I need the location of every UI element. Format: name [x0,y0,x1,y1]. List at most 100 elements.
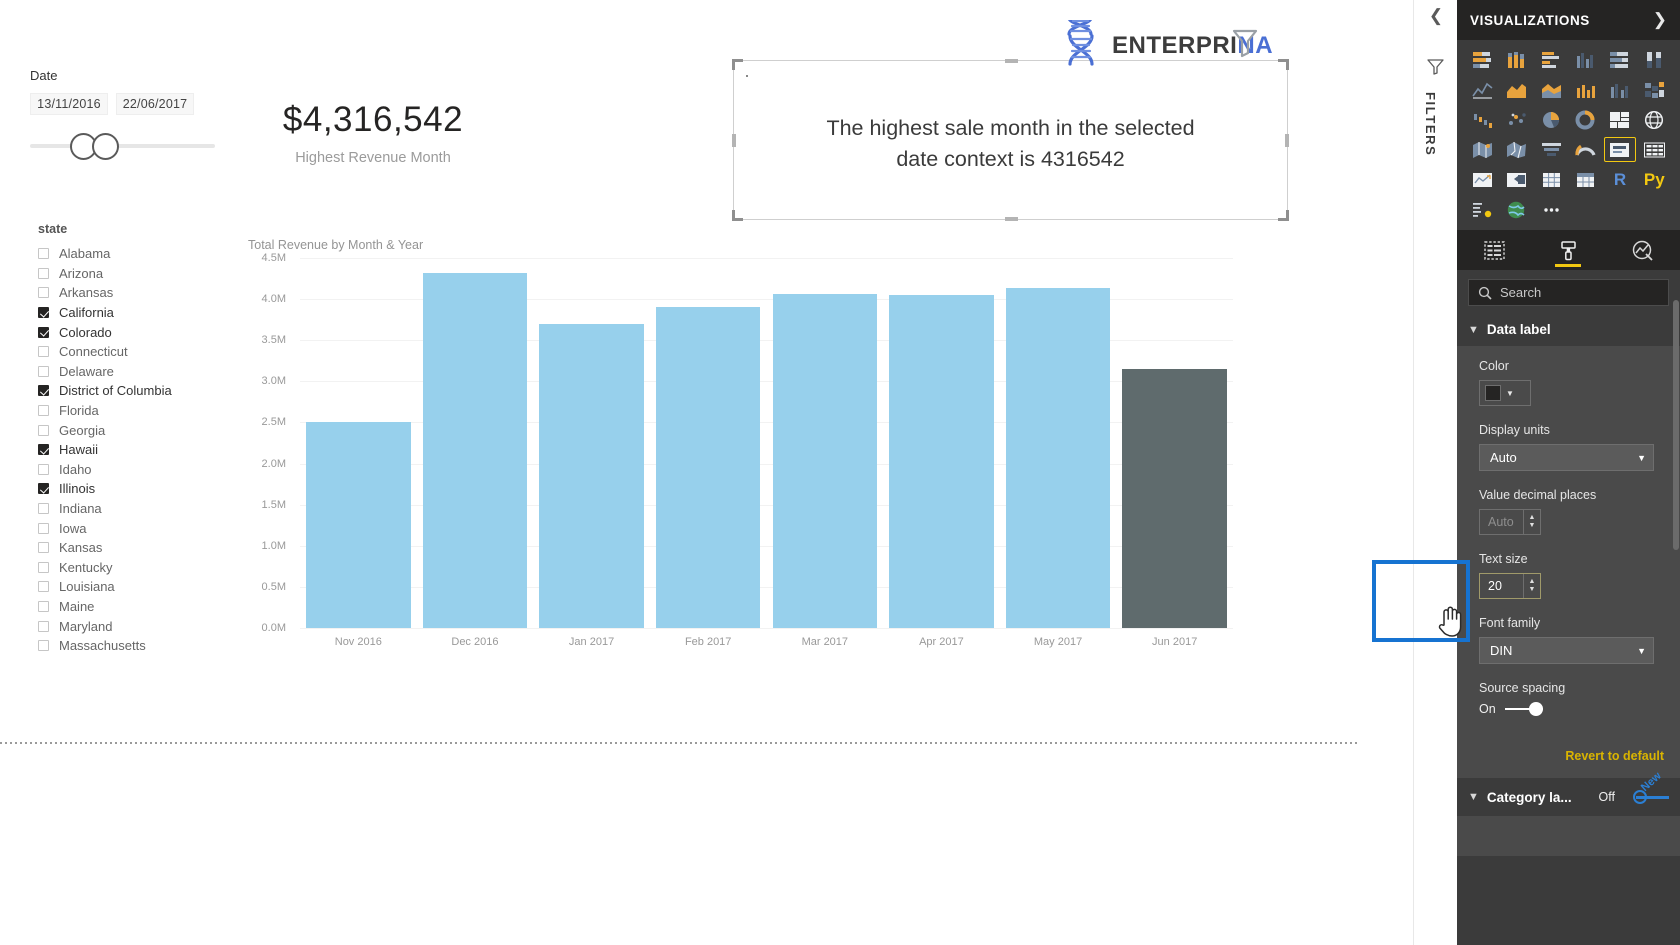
stacked-column-chart-icon[interactable] [1501,47,1532,72]
scatter-chart-icon[interactable] [1501,107,1532,132]
state-checkbox[interactable] [38,307,49,319]
chart-bars[interactable] [300,258,1233,628]
bar-column[interactable] [539,258,644,628]
search-input[interactable]: Search [1468,279,1669,306]
bar-chart-visual[interactable]: Total Revenue by Month & Year 4.5M 4.0M 3.… [248,238,1233,653]
state-item[interactable]: Maine [38,597,258,617]
funnel-chart-icon[interactable] [1536,137,1567,162]
category-label-section-header[interactable]: ▼ Category la... Off New [1457,770,1680,816]
filled-map-icon[interactable] [1467,137,1498,162]
stepper-arrows[interactable]: ▲ ▼ [1523,510,1540,534]
filters-rail[interactable]: ❮ FILTERS [1413,0,1457,945]
data-label-section-header[interactable]: ▼ Data label [1457,312,1680,347]
value-decimal-places-stepper[interactable]: Auto ▲ ▼ [1479,509,1541,535]
chart-bar[interactable] [539,323,644,628]
matrix-icon[interactable] [1570,167,1601,192]
chart-bar[interactable] [1122,369,1227,628]
font-family-dropdown[interactable]: DIN ▼ [1479,637,1654,664]
bar-column[interactable] [772,258,878,628]
clustered-column-chart-icon[interactable] [1570,47,1601,72]
bar-column[interactable] [889,258,994,628]
state-checkbox[interactable] [38,248,49,260]
chart-bar[interactable] [772,294,878,628]
state-checkbox[interactable] [38,346,49,358]
multi-row-card-icon[interactable] [1639,137,1670,162]
100-stacked-column-chart-icon[interactable] [1639,47,1670,72]
state-checkbox[interactable] [38,600,49,612]
visualization-type-grid[interactable]: R Py [1457,40,1680,226]
state-item[interactable]: Massachusetts [38,636,258,656]
clustered-bar-chart-icon[interactable] [1536,47,1567,72]
state-checkbox[interactable] [38,581,49,593]
100-stacked-bar-chart-icon[interactable] [1604,47,1635,72]
state-item[interactable]: District of Columbia [38,381,258,401]
resize-handle-top-left[interactable] [732,59,743,70]
state-item[interactable]: Delaware [38,362,258,382]
resize-handle-right[interactable] [1285,134,1289,147]
donut-chart-icon[interactable] [1570,107,1601,132]
category-label-toggle[interactable]: New [1623,770,1669,805]
state-checkbox[interactable] [38,542,49,554]
chart-bar[interactable] [422,273,528,628]
pie-chart-icon[interactable] [1536,107,1567,132]
state-item[interactable]: Indiana [38,499,258,519]
state-item[interactable]: Arkansas [38,283,258,303]
slider-handle-end[interactable] [92,133,119,160]
card-icon[interactable] [1604,137,1636,162]
line-chart-icon[interactable] [1467,77,1498,102]
resize-handle-bottom[interactable] [1005,217,1018,221]
shape-map-icon[interactable] [1501,137,1532,162]
resize-handle-top[interactable] [1005,59,1018,63]
analytics-tab-icon[interactable] [1622,230,1664,270]
key-influencers-icon[interactable] [1467,197,1498,222]
resize-handle-left[interactable] [732,134,736,147]
state-item[interactable]: Maryland [38,616,258,636]
chart-bar[interactable] [889,295,994,628]
chart-bar[interactable] [1005,287,1111,628]
date-slicer[interactable]: Date 13/11/2016 22/06/2017 [30,68,250,161]
stacked-area-chart-icon[interactable] [1536,77,1567,102]
kpi-icon[interactable] [1467,167,1498,192]
state-item[interactable]: Kansas [38,538,258,558]
state-checkbox[interactable] [38,483,49,495]
state-item[interactable]: Arizona [38,264,258,284]
date-end-input[interactable]: 22/06/2017 [116,93,194,115]
state-checkbox[interactable] [38,267,49,279]
state-checkbox[interactable] [38,620,49,632]
state-item[interactable]: Florida [38,401,258,421]
state-item[interactable]: California [38,303,258,323]
filter-funnel-icon-rail[interactable] [1427,58,1444,80]
ribbon-chart-icon[interactable] [1639,77,1670,102]
bar-column[interactable] [1005,258,1111,628]
arcgis-map-icon[interactable] [1501,197,1532,222]
fields-tab-icon[interactable] [1473,230,1515,270]
resize-handle-bottom-right[interactable] [1278,210,1289,221]
bar-column[interactable] [655,258,761,628]
state-item[interactable]: Illinois [38,479,258,499]
color-picker[interactable]: ▼ [1479,380,1531,406]
format-tab-icon[interactable] [1547,230,1589,270]
report-canvas[interactable]: Date 13/11/2016 22/06/2017 state Alabama… [0,0,1413,945]
revert-to-default-link[interactable]: Revert to default [1457,737,1680,777]
kpi-card[interactable]: $4,316,542 Highest Revenue Month [260,100,486,166]
state-checkbox[interactable] [38,385,49,397]
chart-bar[interactable] [655,307,761,628]
state-item[interactable]: Kentucky [38,558,258,578]
date-range-slider[interactable] [30,131,215,161]
state-item[interactable]: Hawaii [38,440,258,460]
state-item[interactable]: Idaho [38,460,258,480]
bar-column[interactable] [306,258,411,628]
chart-bar[interactable] [306,422,411,628]
r-script-visual-icon[interactable]: R [1604,167,1635,192]
date-start-input[interactable]: 13/11/2016 [30,93,108,115]
state-checkbox[interactable] [38,640,49,652]
pane-tab-bar[interactable] [1457,230,1680,270]
chevron-right-icon[interactable]: ❯ [1653,10,1667,30]
area-chart-icon[interactable] [1501,77,1532,102]
state-item[interactable]: Alabama [38,244,258,264]
display-units-dropdown[interactable]: Auto ▼ [1479,444,1654,471]
slicer-icon[interactable] [1501,167,1532,192]
bar-column[interactable] [1122,258,1227,628]
resize-handle-top-right[interactable] [1278,59,1289,70]
format-pane-scrollbar[interactable] [1673,300,1679,550]
